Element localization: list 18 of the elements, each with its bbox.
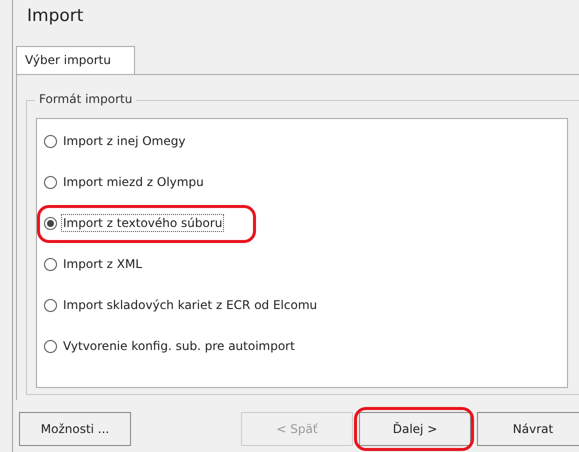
option-label[interactable]: Vytvorenie konfig. sub. pre autoimport <box>61 337 297 355</box>
option-label[interactable]: Import miezd z Olympu <box>61 173 206 191</box>
button[interactable]: Ďalej > <box>359 412 471 446</box>
group-title: Formát importu <box>35 92 136 106</box>
window-title: Import <box>26 5 84 28</box>
button[interactable]: Návrat <box>477 412 579 446</box>
radio-button[interactable] <box>44 258 57 270</box>
option-label[interactable]: Import z inej Omegy <box>61 132 188 150</box>
radio-button[interactable] <box>44 134 57 148</box>
radio-button[interactable] <box>44 216 57 230</box>
radio-button[interactable] <box>44 340 57 352</box>
option-label[interactable]: Import skladových kariet z ECR od Elcomu <box>61 296 320 314</box>
tab[interactable]: Výber importu <box>16 46 135 74</box>
radio-button[interactable] <box>44 176 57 188</box>
option-label[interactable]: Import z textového súboru <box>61 214 224 232</box>
button[interactable]: Možnosti ... <box>19 412 131 446</box>
option-label[interactable]: Import z XML <box>61 255 144 273</box>
radio-button[interactable] <box>44 298 57 312</box>
